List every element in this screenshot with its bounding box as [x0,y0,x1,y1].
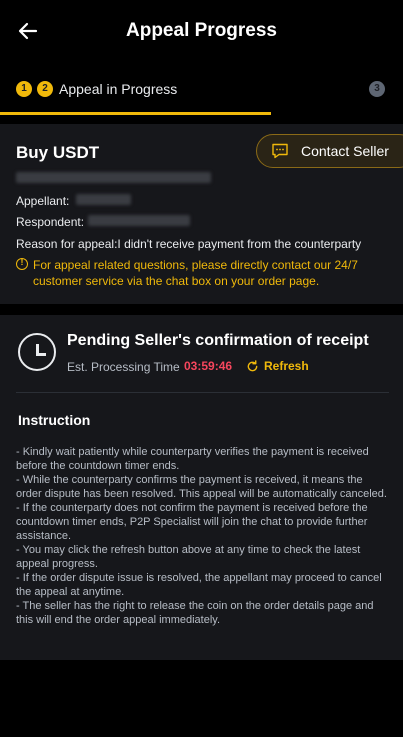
instruction-item: - If the counterparty does not confirm t… [16,502,368,542]
instruction-title: Instruction [18,412,91,428]
status-card: Pending Seller's confirmation of receipt… [0,315,403,660]
appellant-label: Appellant: [16,194,70,208]
redacted-appellant [76,194,131,205]
contact-seller-label: Contact Seller [301,143,389,159]
redacted-order-info [16,172,211,183]
header: Appeal Progress [0,0,403,62]
respondent-label: Respondent: [16,215,85,229]
chat-icon [272,143,288,159]
reason-row: Reason for appeal:I didn't receive payme… [16,237,361,251]
instruction-item: - The seller has the right to release th… [16,600,374,626]
est-processing-label: Est. Processing Time [67,360,180,374]
info-icon [16,257,28,270]
step-2-indicator: 2 [37,81,53,97]
clock-hand [36,353,46,356]
step-label: Appeal in Progress [59,81,178,97]
reason-value: I didn't receive payment from the counte… [117,237,362,251]
status-title: Pending Seller's confirmation of receipt [67,332,369,349]
countdown-timer: 03:59:46 [184,359,233,373]
instruction-item: - While the counterparty confirms the pa… [16,474,387,500]
divider [16,392,389,393]
reason-label: Reason for appeal: [16,237,118,251]
contact-seller-button[interactable]: Contact Seller [256,134,403,168]
instruction-item: - You may click the refresh button above… [16,544,361,570]
redacted-respondent [88,215,190,226]
step-1-indicator: 1 [16,81,32,97]
instruction-item: - Kindly wait patiently while counterpar… [16,446,369,472]
progress-bar [0,112,271,115]
step-3-indicator: 3 [369,81,385,97]
instruction-item: - If the order dispute issue is resolved… [16,572,382,598]
instruction-list: - Kindly wait patiently while counterpar… [16,445,388,627]
order-card: Buy USDT Contact Seller Appellant: Respo… [0,124,403,304]
clock-icon [18,333,56,371]
support-notice: For appeal related questions, please dir… [33,258,358,288]
refresh-button[interactable]: Refresh [264,359,309,373]
page-title: Appeal Progress [126,20,277,41]
order-title: Buy USDT [16,143,100,162]
refresh-icon[interactable] [246,360,259,373]
progress-steps: 1 2 Appeal in Progress 3 [0,62,403,118]
